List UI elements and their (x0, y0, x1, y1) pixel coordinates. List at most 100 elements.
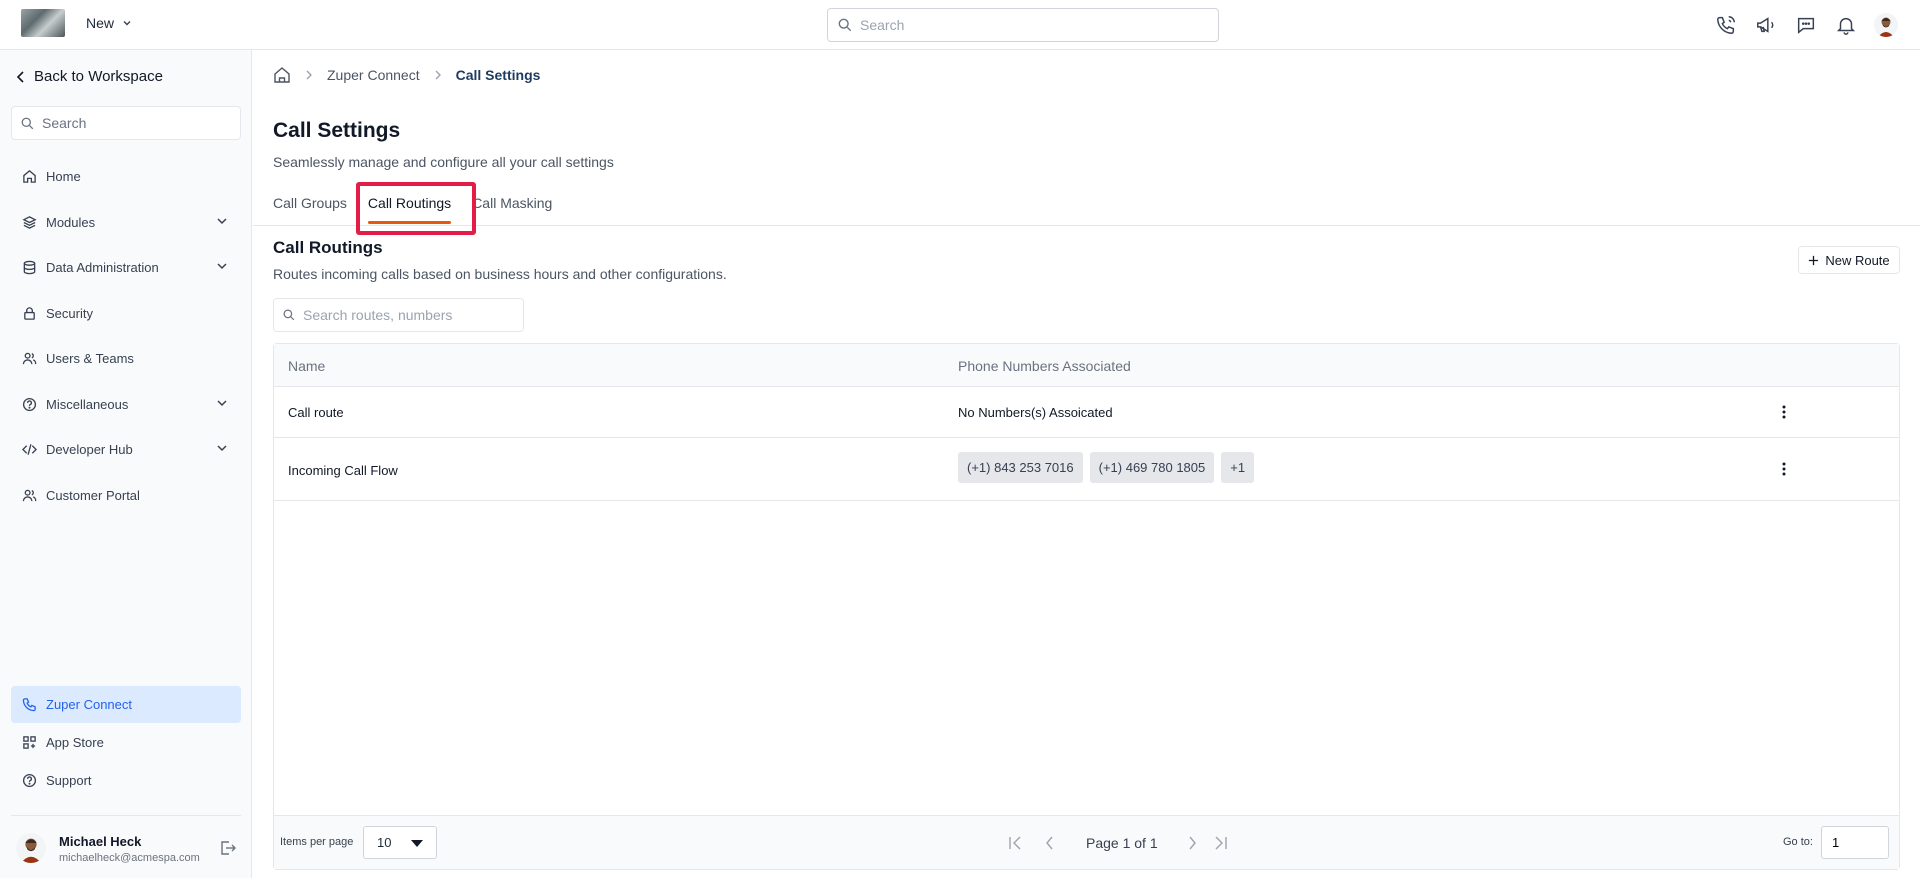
sidebar-item-label: Security (46, 305, 93, 321)
sidebar-divider (11, 815, 241, 816)
sidebar-item-label: Home (46, 169, 81, 184)
plus-icon (1809, 255, 1819, 265)
route-search-input[interactable] (303, 307, 513, 323)
phone-call-icon[interactable] (1714, 13, 1738, 37)
first-page-icon[interactable] (1006, 833, 1026, 853)
column-header-name: Name (288, 358, 326, 374)
page-subtitle: Seamlessly manage and configure all your… (273, 154, 614, 170)
sidebar-item-miscellaneous[interactable]: Miscellaneous (11, 386, 241, 423)
table-header: Name Phone Numbers Associated (274, 344, 1899, 387)
user-email: michaelheck@acmespa.com (59, 852, 200, 864)
bell-icon[interactable] (1834, 13, 1858, 37)
layers-icon (22, 215, 37, 229)
previous-page-icon[interactable] (1040, 833, 1060, 853)
sidebar-search[interactable] (11, 106, 241, 140)
page-title: Call Settings (273, 119, 401, 142)
sidebar-item-home[interactable]: Home (11, 158, 241, 195)
new-route-label: New Route (1825, 252, 1890, 268)
breadcrumb-zuper-connect[interactable]: Zuper Connect (327, 67, 420, 83)
users-icon (22, 352, 37, 365)
goto-page-input[interactable] (1821, 826, 1889, 859)
last-page-icon[interactable] (1210, 833, 1230, 853)
main-content: Zuper Connect Call Settings Call Setting… (253, 50, 1920, 878)
help-circle-icon (22, 773, 37, 788)
breadcrumb: Zuper Connect Call Settings (273, 66, 540, 84)
apps-icon (23, 736, 36, 749)
sidebar-item-label: Developer Hub (46, 442, 133, 457)
new-route-button[interactable]: New Route (1798, 246, 1900, 274)
user-avatar-top[interactable] (1874, 13, 1898, 37)
user-name: Michael Heck (59, 834, 142, 849)
route-name: Incoming Call Flow (288, 463, 398, 478)
sidebar-item-label: Miscellaneous (46, 396, 129, 412)
more-numbers-chip[interactable]: +1 (1221, 452, 1255, 483)
page-controls: Page 1 of 1 (1006, 833, 1230, 853)
lock-icon (24, 306, 35, 320)
tab-call-groups[interactable]: Call Groups (273, 195, 347, 219)
route-search[interactable] (273, 298, 524, 332)
back-to-workspace-label: Back to Workspace (34, 68, 163, 85)
sidebar-item-users-teams[interactable]: Users & Teams (11, 340, 241, 377)
items-per-page-select[interactable]: 10 (363, 826, 437, 859)
sidebar-item-label: Users & Teams (46, 351, 134, 366)
chevron-down-icon (217, 399, 227, 406)
sidebar-nav: Home Modules Data Administration Securit… (11, 158, 241, 522)
sidebar-item-label: Modules (46, 214, 96, 230)
items-per-page-value: 10 (377, 835, 392, 850)
more-options-icon[interactable] (1776, 461, 1792, 480)
column-header-phone-numbers: Phone Numbers Associated (958, 358, 1131, 374)
sidebar-item-label: Support (46, 773, 92, 788)
table-row[interactable]: Incoming Call Flow (+1) 843 253 7016 (+1)… (274, 438, 1899, 501)
section-title: Call Routings (273, 238, 383, 257)
tab-call-routings[interactable]: Call Routings (367, 195, 452, 224)
search-icon (838, 18, 852, 32)
back-to-workspace-link[interactable]: Back to Workspace (16, 68, 163, 85)
section-subtitle: Routes incoming calls based on business … (273, 266, 727, 282)
sidebar-item-modules[interactable]: Modules (11, 204, 241, 241)
tab-divider (253, 225, 1920, 226)
user-profile: Michael Heck michaelheck@acmespa.com (16, 831, 241, 867)
sidebar-item-data-administration[interactable]: Data Administration (11, 249, 241, 286)
sidebar-item-app-store[interactable]: App Store (11, 724, 241, 761)
global-search[interactable] (827, 8, 1219, 42)
company-logo[interactable] (21, 9, 65, 37)
sidebar-item-developer-hub[interactable]: Developer Hub (11, 431, 241, 468)
next-page-icon[interactable] (1182, 833, 1202, 853)
breadcrumb-call-settings: Call Settings (455, 67, 541, 83)
global-search-input[interactable] (860, 17, 1200, 33)
phone-numbers-text: No Numbers(s) Assoicated (958, 405, 1113, 420)
table-row[interactable]: Call route No Numbers(s) Assoicated (274, 387, 1899, 438)
chevron-right-icon (306, 70, 312, 80)
chevron-down-icon (217, 263, 227, 270)
chevron-right-icon (435, 70, 441, 80)
chevron-down-icon (217, 217, 227, 224)
chat-icon[interactable] (1794, 13, 1818, 37)
more-options-icon[interactable] (1776, 404, 1792, 423)
sidebar-item-customer-portal[interactable]: Customer Portal (11, 477, 241, 514)
sidebar-item-zuper-connect[interactable]: Zuper Connect (11, 686, 241, 723)
tab-call-masking[interactable]: Call Masking (472, 195, 552, 219)
sidebar-bottom-nav: Zuper Connect App Store Support (11, 686, 241, 800)
code-icon (22, 444, 37, 455)
new-dropdown-button[interactable]: New (86, 15, 132, 31)
logout-icon[interactable] (219, 839, 237, 860)
help-circle-icon (22, 397, 37, 411)
sidebar-search-input[interactable] (42, 115, 232, 131)
chevron-left-icon (16, 70, 24, 83)
sidebar: Back to Workspace Home Modules Data Admi… (0, 50, 252, 878)
sidebar-item-security[interactable]: Security (11, 295, 241, 332)
megaphone-icon[interactable] (1754, 13, 1778, 37)
sidebar-item-support[interactable]: Support (11, 762, 241, 799)
sidebar-item-label: Zuper Connect (46, 697, 132, 712)
home-icon[interactable] (273, 66, 291, 84)
home-icon (23, 170, 36, 183)
sidebar-item-label: Customer Portal (46, 487, 140, 503)
sidebar-item-label: App Store (46, 735, 104, 750)
sidebar-item-label: Data Administration (46, 260, 159, 275)
new-button-label: New (86, 15, 115, 31)
goto-label: Go to: (1783, 836, 1813, 848)
tabs: Call Groups Call Routings Call Masking (273, 195, 552, 224)
avatar[interactable] (16, 833, 46, 863)
phone-number-chip: (+1) 843 253 7016 (958, 452, 1083, 483)
phone-number-chips: (+1) 843 253 7016 (+1) 469 780 1805 +1 (958, 452, 1261, 483)
